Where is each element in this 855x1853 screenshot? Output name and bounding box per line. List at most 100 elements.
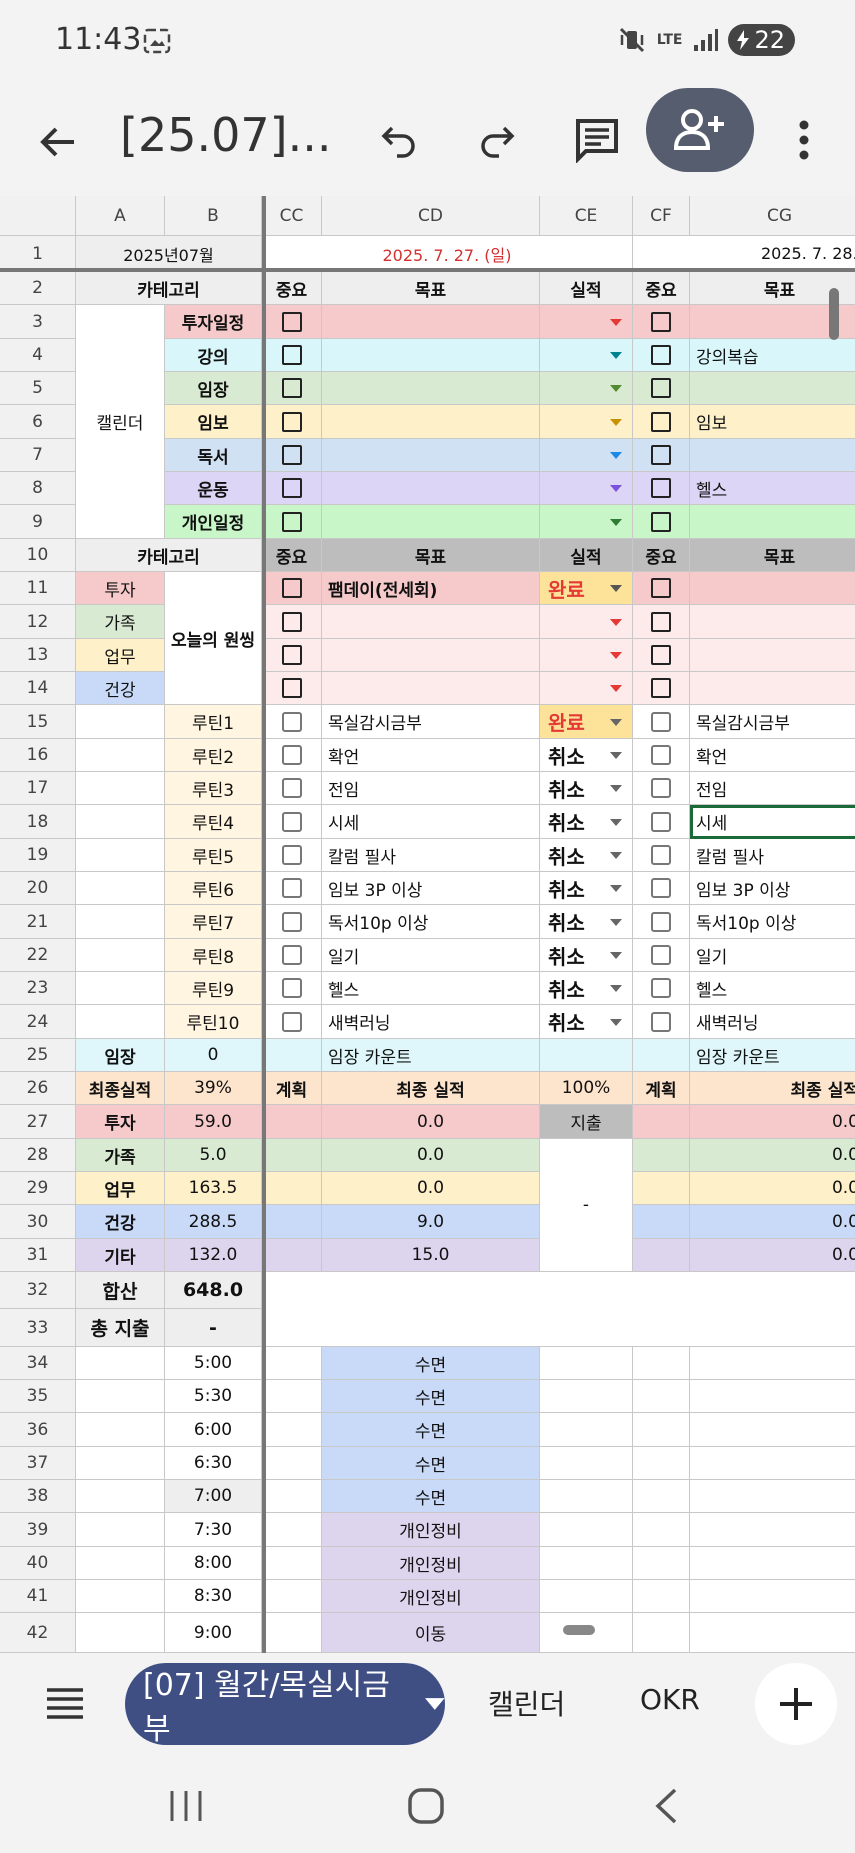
dropdown-arrow-icon[interactable] [610, 452, 622, 459]
cell-routine-goal-2[interactable]: 확언 [690, 739, 855, 772]
cell-routine-check[interactable] [262, 739, 322, 772]
cell-summary-final[interactable]: 0.0 [322, 1139, 540, 1172]
cell-routine-check[interactable] [262, 705, 322, 739]
row-header-41[interactable]: 41 [0, 1580, 76, 1613]
cell-routine-label[interactable]: 루틴4 [165, 805, 262, 839]
cell-calendar-goal[interactable] [322, 505, 540, 539]
cell-routine-check[interactable] [262, 1005, 322, 1039]
cell-routine-label[interactable]: 루틴7 [165, 905, 262, 939]
cell-empty[interactable] [690, 1380, 855, 1413]
row-header-25[interactable]: 25 [0, 1039, 76, 1072]
checkbox[interactable] [651, 511, 671, 532]
cell-routine-check[interactable] [262, 872, 322, 905]
cell-empty[interactable] [262, 1547, 322, 1580]
dropdown-arrow-icon[interactable] [610, 918, 622, 926]
recent-apps-button[interactable] [150, 1778, 222, 1834]
checkbox[interactable] [281, 1011, 302, 1032]
cell-routine-check[interactable] [262, 972, 322, 1005]
cell-importance-header[interactable]: 중요 [262, 272, 322, 305]
cell-summary-plan-2[interactable] [633, 1239, 690, 1272]
cell-routine-check-2[interactable] [633, 905, 690, 939]
cell-summary-plan-2[interactable] [633, 1172, 690, 1205]
cell-calendar-check[interactable] [262, 405, 322, 439]
cell-site-visit[interactable]: 임장 [76, 1039, 165, 1072]
cell-routine-result[interactable]: 취소 [540, 839, 633, 872]
cell-empty[interactable] [76, 1513, 165, 1547]
cell-routine-label[interactable]: 루틴2 [165, 739, 262, 772]
cell-summary-plan[interactable] [262, 1105, 322, 1139]
cell-activity[interactable]: 개인정비 [322, 1580, 540, 1613]
cell-empty[interactable] [76, 1480, 165, 1513]
cell-empty[interactable] [76, 1580, 165, 1613]
row-header-39[interactable]: 39 [0, 1513, 76, 1547]
dropdown-arrow-icon[interactable] [610, 985, 622, 992]
cell-final-header[interactable]: 최종 실적 [322, 1072, 540, 1105]
checkbox[interactable] [281, 845, 302, 865]
checkbox[interactable] [281, 978, 302, 998]
row-header-34[interactable]: 34 [0, 1347, 76, 1380]
dropdown-arrow-icon[interactable] [610, 785, 622, 792]
cell-time[interactable]: 5:00 [165, 1347, 262, 1380]
row-header-6[interactable]: 6 [0, 405, 76, 439]
cell-activity[interactable]: 수면 [322, 1347, 540, 1380]
cell-routine-check-2[interactable] [633, 839, 690, 872]
column-header-cf[interactable]: CF [633, 196, 690, 236]
cell-empty[interactable] [690, 1547, 855, 1580]
cell-routine-label[interactable]: 루틴3 [165, 772, 262, 805]
cell-one-thing-check-2[interactable] [633, 672, 690, 705]
cell-calendar-check[interactable] [262, 372, 322, 405]
cell-category[interactable]: 가족 [76, 605, 165, 639]
row-header-2[interactable]: 2 [0, 272, 76, 305]
row-header-40[interactable]: 40 [0, 1547, 76, 1580]
cell-calendar-result[interactable] [540, 439, 633, 472]
comment-button[interactable] [565, 108, 629, 172]
cell-activity[interactable]: 수면 [322, 1480, 540, 1513]
column-header-b[interactable]: B [165, 196, 262, 236]
cell-empty[interactable] [540, 1480, 633, 1513]
checkbox[interactable] [281, 378, 302, 398]
row-header-27[interactable]: 27 [0, 1105, 76, 1139]
cell-activity[interactable]: 개인정비 [322, 1547, 540, 1580]
cell-total-expense-label[interactable]: 총 지출 [76, 1309, 165, 1347]
cell-one-thing-check[interactable] [262, 572, 322, 605]
checkbox[interactable] [651, 578, 671, 598]
checkbox[interactable] [651, 678, 671, 698]
checkbox[interactable] [281, 478, 302, 498]
cell-empty[interactable] [262, 1480, 322, 1513]
dropdown-arrow-icon[interactable] [610, 518, 622, 526]
cell-calendar-check-2[interactable] [633, 305, 690, 339]
cell-plan-header-2[interactable]: 계획 [633, 1072, 690, 1105]
cell-calendar-item[interactable]: 운동 [165, 472, 262, 505]
cell-final-result[interactable]: 최종실적 [76, 1072, 165, 1105]
checkbox[interactable] [281, 945, 302, 965]
dropdown-arrow-icon[interactable] [610, 618, 622, 626]
cell-final-header-2[interactable]: 최종 실적 [690, 1072, 855, 1105]
cell-calendar-goal-2[interactable]: 강의복습 [690, 339, 855, 372]
row-header-20[interactable]: 20 [0, 872, 76, 905]
checkbox[interactable] [651, 611, 671, 632]
spreadsheet-grid[interactable]: A B CC CD CE CF CG 1 2 3 4 5 6 7 8 9 10 11 12 13 14 15 16 17 18 1… [0, 196, 855, 1653]
row-header-5[interactable]: 5 [0, 372, 76, 405]
cell-routine-goal-2[interactable]: 새벽러닝 [690, 1005, 855, 1039]
cell-calendar-item[interactable]: 임보 [165, 405, 262, 439]
row-header-11[interactable]: 11 [0, 572, 76, 605]
checkbox[interactable] [651, 845, 671, 865]
cell-selected[interactable]: 시세 [690, 805, 855, 839]
cell-expense-header[interactable]: 지출 [540, 1105, 633, 1139]
cell-time[interactable]: 6:00 [165, 1413, 262, 1447]
cell-result-header[interactable]: 실적 [540, 539, 633, 572]
row-header-19[interactable]: 19 [0, 839, 76, 872]
cell-calendar-goal[interactable] [322, 472, 540, 505]
cell-routine-goal[interactable]: 전임 [322, 772, 540, 805]
frozen-column-divider[interactable] [262, 196, 266, 1653]
cell-calendar-check[interactable] [262, 339, 322, 372]
column-header-cd[interactable]: CD [322, 196, 540, 236]
cell-summary-plan[interactable] [262, 1139, 322, 1172]
cell-routine-goal-2[interactable]: 목실감시금부 [690, 705, 855, 739]
checkbox[interactable] [281, 911, 302, 932]
cell-summary-total[interactable]: 163.5 [165, 1172, 262, 1205]
cell-empty[interactable] [76, 1547, 165, 1580]
cell-routine-result[interactable]: 취소 [540, 805, 633, 839]
cell-calendar-item[interactable]: 독서 [165, 439, 262, 472]
cell-empty[interactable] [690, 1347, 855, 1380]
